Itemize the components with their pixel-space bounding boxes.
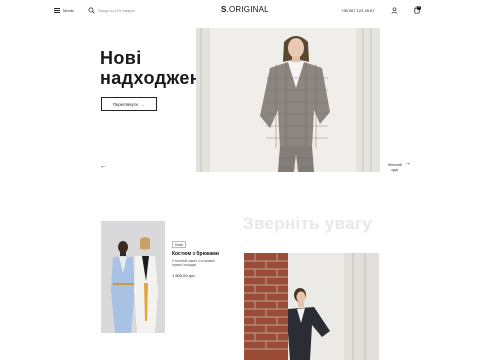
product-photo-2 bbox=[244, 253, 379, 360]
cart-count-badge: 0 bbox=[417, 6, 421, 10]
menu-button[interactable]: Меню bbox=[54, 8, 74, 13]
search-input[interactable] bbox=[98, 8, 158, 13]
product-description: Стильний жакет з штанами прямої посадки bbox=[172, 259, 215, 268]
menu-label: Меню bbox=[63, 8, 74, 13]
arrow-right-icon: → bbox=[140, 101, 145, 107]
next-label-line2: одяг bbox=[391, 167, 399, 172]
search-bar bbox=[88, 7, 158, 14]
view-button-label: Переглянути bbox=[113, 101, 138, 107]
logo[interactable]: S.ORIGINAL bbox=[221, 5, 269, 14]
search-icon[interactable] bbox=[88, 7, 95, 14]
hero-model-photo bbox=[196, 28, 380, 172]
hero-image[interactable] bbox=[196, 28, 380, 172]
hero-next-arrow[interactable]: → bbox=[404, 160, 411, 167]
product-name[interactable]: Костюм з брюками bbox=[172, 251, 219, 257]
next-slide-label[interactable]: Жіночий одяг bbox=[387, 163, 403, 172]
logo-text: .ORIGINAL bbox=[226, 5, 269, 14]
view-button[interactable]: Переглянути → bbox=[101, 97, 157, 111]
product-tag: Нове bbox=[172, 241, 186, 248]
user-icon[interactable] bbox=[391, 7, 398, 14]
product-price: 1 500,00 грн. bbox=[172, 273, 196, 278]
product-photo bbox=[101, 221, 165, 333]
header: Меню S.ORIGINAL +38 067 123 45 67 0 bbox=[0, 0, 480, 22]
product-image-2[interactable] bbox=[244, 253, 379, 360]
hamburger-icon bbox=[54, 8, 60, 13]
phone-number[interactable]: +38 067 123 45 67 bbox=[341, 8, 374, 13]
next-label-line1: Жіночий bbox=[388, 163, 402, 167]
section-title: Зверніть увагу bbox=[243, 214, 373, 233]
hero-prev-arrow[interactable]: ← bbox=[100, 163, 107, 170]
product-image[interactable] bbox=[101, 221, 165, 333]
